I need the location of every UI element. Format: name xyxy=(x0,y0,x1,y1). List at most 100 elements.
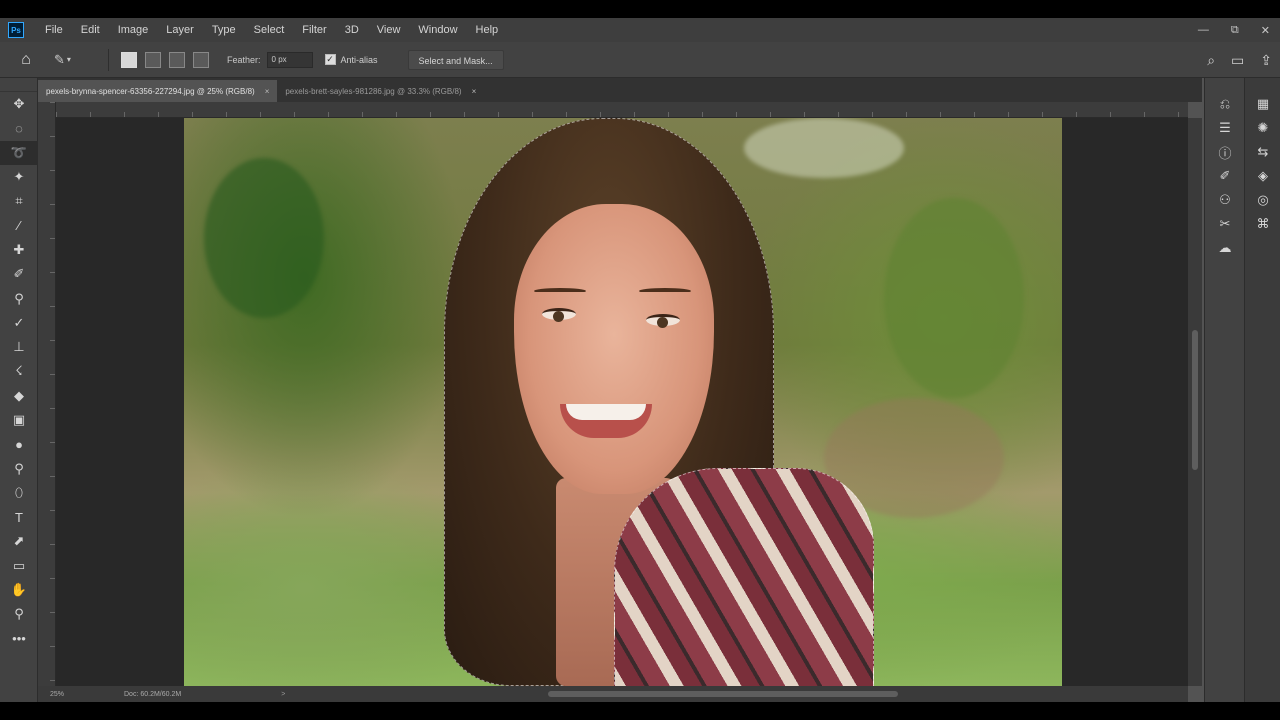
healing-brush-icon[interactable]: ✚ xyxy=(0,238,38,262)
lasso-icon[interactable]: ➰ xyxy=(0,140,38,165)
home-icon[interactable]: ⌂ xyxy=(16,50,36,70)
eyedropper-icon[interactable]: ⁄ xyxy=(0,213,38,237)
history-brush-icon[interactable]: ✓ xyxy=(0,311,38,335)
more-icon[interactable]: ••• xyxy=(0,627,38,651)
rectangle-icon[interactable]: ▭ xyxy=(0,554,38,578)
menu-help[interactable]: Help xyxy=(467,24,508,36)
divider xyxy=(108,48,109,71)
blur-icon[interactable]: ● xyxy=(0,432,38,456)
status-bar: 25% Doc: 60.2M/60.2M > xyxy=(38,686,1188,702)
brush-icon[interactable]: ✐ xyxy=(0,262,38,286)
adjustments-icon[interactable]: ✺ xyxy=(1245,116,1280,140)
photoshop-window: Ps File Edit Image Layer Type Select Fil… xyxy=(0,18,1280,702)
channels-icon[interactable]: ◎ xyxy=(1245,188,1280,212)
search-icon[interactable]: ⌕ xyxy=(1207,52,1215,69)
menu-filter[interactable]: Filter xyxy=(293,24,335,36)
subject-left-brow xyxy=(534,288,586,294)
marquee-icon[interactable]: ◌ xyxy=(0,116,38,140)
options-bar: ⌂ ✎ ▾ Feather: 0 px ✓ Anti-alias Select … xyxy=(0,42,1280,78)
subject-right-eye xyxy=(646,314,680,328)
new-selection-button[interactable] xyxy=(121,51,137,68)
clone-source-icon[interactable]: ⚇ xyxy=(1205,188,1245,212)
clone-stamp-icon[interactable]: ⚲ xyxy=(0,286,38,310)
document-size: Doc: 60.2M/60.2M xyxy=(124,690,182,698)
close-tab-icon[interactable]: × xyxy=(265,87,270,96)
dodge-icon[interactable]: ⚲ xyxy=(0,456,38,480)
tab-document-2[interactable]: pexels-brett-sayles-981286.jpg @ 33.3% (… xyxy=(277,80,484,102)
menu-file[interactable]: File xyxy=(36,24,72,36)
zoom-icon[interactable]: ⚲ xyxy=(0,602,38,626)
background-bokeh xyxy=(204,158,324,318)
close-button[interactable]: ✕ xyxy=(1261,24,1270,37)
share-icon[interactable]: ⇪ xyxy=(1260,52,1272,69)
horizontal-ruler[interactable] xyxy=(56,102,1188,118)
history-icon[interactable]: ⎌ xyxy=(1205,92,1245,116)
paths-icon[interactable]: ⌘ xyxy=(1245,212,1280,236)
window-controls: — ⧉ ✕ xyxy=(1198,18,1270,42)
info-icon[interactable]: ⓘ xyxy=(1205,140,1245,164)
document-tabs: pexels-brynna-spencer-63356-227294.jpg @… xyxy=(38,78,1202,102)
libraries-icon[interactable]: ⇆ xyxy=(1245,140,1280,164)
subject-right-brow xyxy=(639,288,691,294)
pen-icon[interactable]: ⬯ xyxy=(0,481,38,505)
scroll-thumb[interactable] xyxy=(1192,330,1198,470)
workspace-icon[interactable]: ▭ xyxy=(1231,52,1244,69)
gradient-icon[interactable]: ▣ xyxy=(0,408,38,432)
panel-grip[interactable] xyxy=(0,78,37,92)
menu-edit[interactable]: Edit xyxy=(72,24,109,36)
eraser-icon[interactable]: ◆ xyxy=(0,384,38,408)
minimize-button[interactable]: — xyxy=(1198,24,1209,36)
smudge-icon[interactable]: ☇ xyxy=(0,359,38,383)
tools-panel: ✥ ◌ ➰ ✦ ⌗ ⁄ ✚ ✐ ⚲ ✓ ⊥ ☇ ◆ ▣ ● ⚲ ⬯ T ⬈ ▭ … xyxy=(0,78,38,702)
swatches-icon[interactable]: ▦ xyxy=(1245,92,1280,116)
tool-presets-icon[interactable]: ✂ xyxy=(1205,212,1245,236)
lasso-icon: ✎ xyxy=(54,51,65,67)
menu-select[interactable]: Select xyxy=(245,24,294,36)
panel-dock-collapsed: ⎌ ☰ ⓘ ✐ ⚇ ✂ ☁ xyxy=(1204,78,1244,702)
path-selection-icon[interactable]: ⬈ xyxy=(0,529,38,553)
feather-input[interactable]: 0 px xyxy=(266,51,313,68)
select-and-mask-button[interactable]: Select and Mask... xyxy=(407,49,504,70)
status-menu-arrow[interactable]: > xyxy=(281,691,285,698)
options-right: ⌕ ▭ ⇪ xyxy=(1207,42,1272,78)
canvas-area[interactable] xyxy=(56,118,1188,686)
photoshop-logo-icon: Ps xyxy=(8,22,24,38)
subject-shawl xyxy=(614,468,874,686)
feather-label: Feather: xyxy=(227,54,261,65)
vertical-ruler[interactable] xyxy=(38,102,56,686)
layers-icon[interactable]: ◈ xyxy=(1245,164,1280,188)
document-image[interactable] xyxy=(184,118,1062,686)
intersect-selection-button[interactable] xyxy=(193,51,209,68)
menu-3d[interactable]: 3D xyxy=(336,24,368,36)
tool-preset-picker[interactable]: ✎ ▾ xyxy=(54,52,90,68)
menu-layer[interactable]: Layer xyxy=(157,24,203,36)
close-tab-icon[interactable]: × xyxy=(472,87,477,96)
vertical-scrollbar[interactable] xyxy=(1188,118,1202,686)
menu-image[interactable]: Image xyxy=(109,24,158,36)
type-icon[interactable]: T xyxy=(0,505,38,529)
subtract-from-selection-button[interactable] xyxy=(169,51,185,68)
background-bokeh xyxy=(744,118,904,178)
panel-grip[interactable] xyxy=(1205,78,1244,92)
properties-icon[interactable]: ☰ xyxy=(1205,116,1245,140)
horizontal-scroll-thumb[interactable] xyxy=(548,691,898,697)
add-to-selection-button[interactable] xyxy=(145,51,161,68)
menu-view[interactable]: View xyxy=(368,24,410,36)
anti-alias-checkbox[interactable]: ✓ xyxy=(324,54,336,65)
anti-alias-label: Anti-alias xyxy=(340,54,378,65)
cloud-icon[interactable]: ☁ xyxy=(1205,236,1245,260)
stamp-icon[interactable]: ⊥ xyxy=(0,335,38,359)
panel-grip[interactable] xyxy=(1245,78,1280,92)
menu-type[interactable]: Type xyxy=(203,24,245,36)
move-icon[interactable]: ✥ xyxy=(0,92,38,116)
background-bokeh xyxy=(884,198,1024,398)
crop-icon[interactable]: ⌗ xyxy=(0,189,38,213)
brush-settings-icon[interactable]: ✐ xyxy=(1205,164,1245,188)
panel-dock-right: ▦ ✺ ⇆ ◈ ◎ ⌘ xyxy=(1244,78,1280,702)
menu-window[interactable]: Window xyxy=(409,24,466,36)
tab-document-1[interactable]: pexels-brynna-spencer-63356-227294.jpg @… xyxy=(38,80,278,102)
magic-wand-icon[interactable]: ✦ xyxy=(0,165,38,189)
restore-button[interactable]: ⧉ xyxy=(1231,24,1239,37)
zoom-level[interactable]: 25% xyxy=(38,691,100,698)
hand-icon[interactable]: ✋ xyxy=(0,578,38,602)
